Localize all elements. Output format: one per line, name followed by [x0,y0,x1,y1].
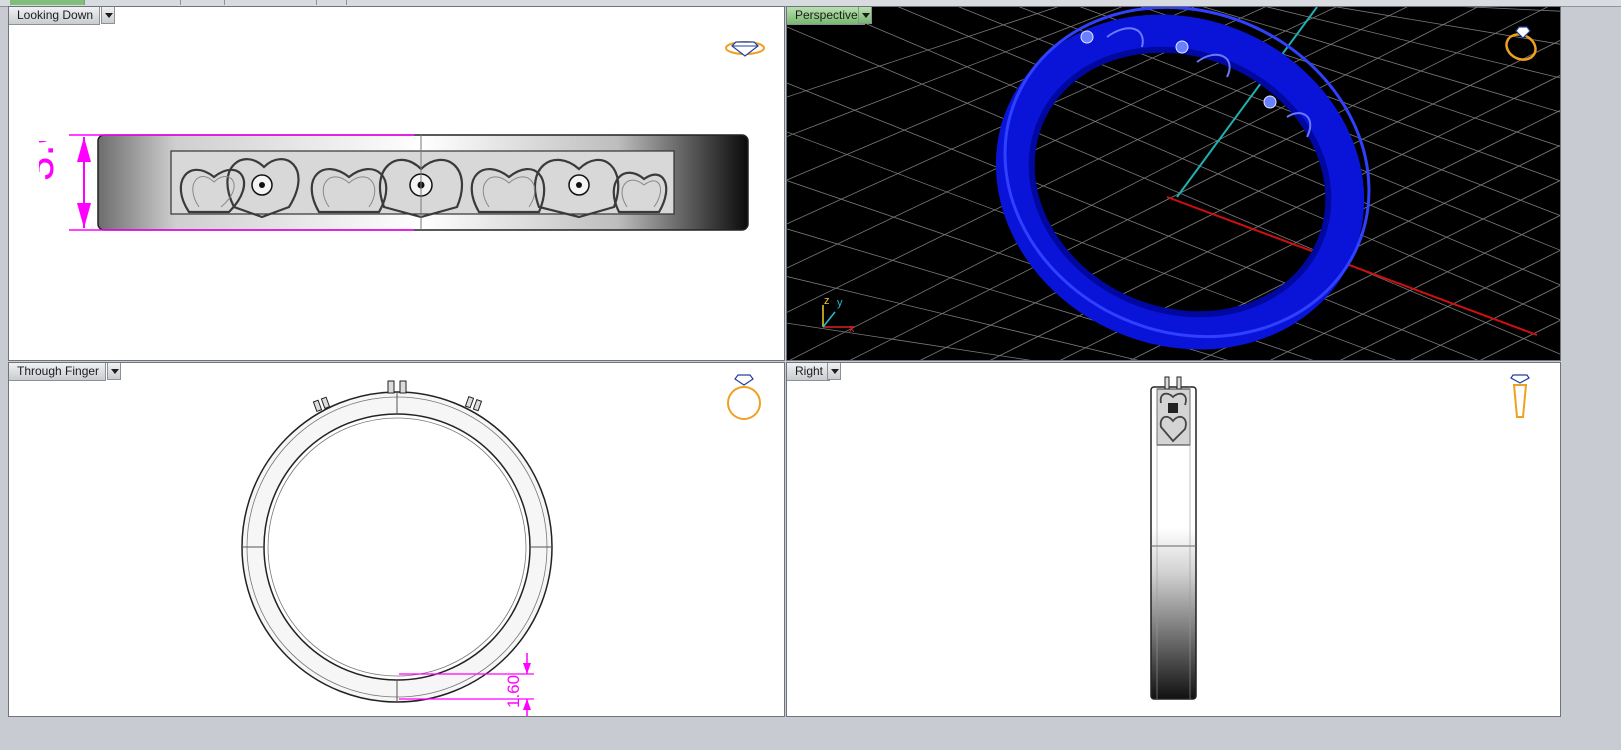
viewport-menu-dropdown[interactable] [858,7,872,24]
view-tab-4[interactable] [224,0,317,5]
axis-label-z: z [824,295,830,307]
dimension-height-text: 3.00 [39,141,63,181]
ring-front-view-drawing [241,380,553,716]
axis-label-x: x [849,323,855,335]
ring-top-view-drawing [69,134,749,231]
viewport-looking-down[interactable]: Looking Down [8,6,785,361]
ring-perspective-icon[interactable] [1501,21,1541,63]
view-tab-5[interactable] [316,0,347,5]
view-tab-2[interactable] [84,0,181,5]
viewport-right[interactable]: Right [786,362,1561,717]
viewport-perspective[interactable]: x y z Perspective [786,6,1561,361]
viewport-title[interactable]: Perspective [787,7,865,25]
axis-label-y: y [837,297,843,309]
ring-side-view-drawing [1150,376,1197,700]
viewport-through-finger[interactable]: Through Finger 1.60 [8,362,785,717]
view-tab-1[interactable] [10,0,85,5]
perspective-grid [787,7,1560,360]
dimension-thickness-label: 1.60 [504,663,524,709]
view-tab-3[interactable] [180,0,225,5]
dimension-height-label: 3.00 [14,95,83,229]
ring-top-view-icon[interactable] [724,34,766,60]
ring-side-view-icon[interactable] [1505,373,1535,423]
ring-front-view-icon[interactable] [724,373,764,421]
dimension-thickness-text: 1.60 [504,675,523,708]
